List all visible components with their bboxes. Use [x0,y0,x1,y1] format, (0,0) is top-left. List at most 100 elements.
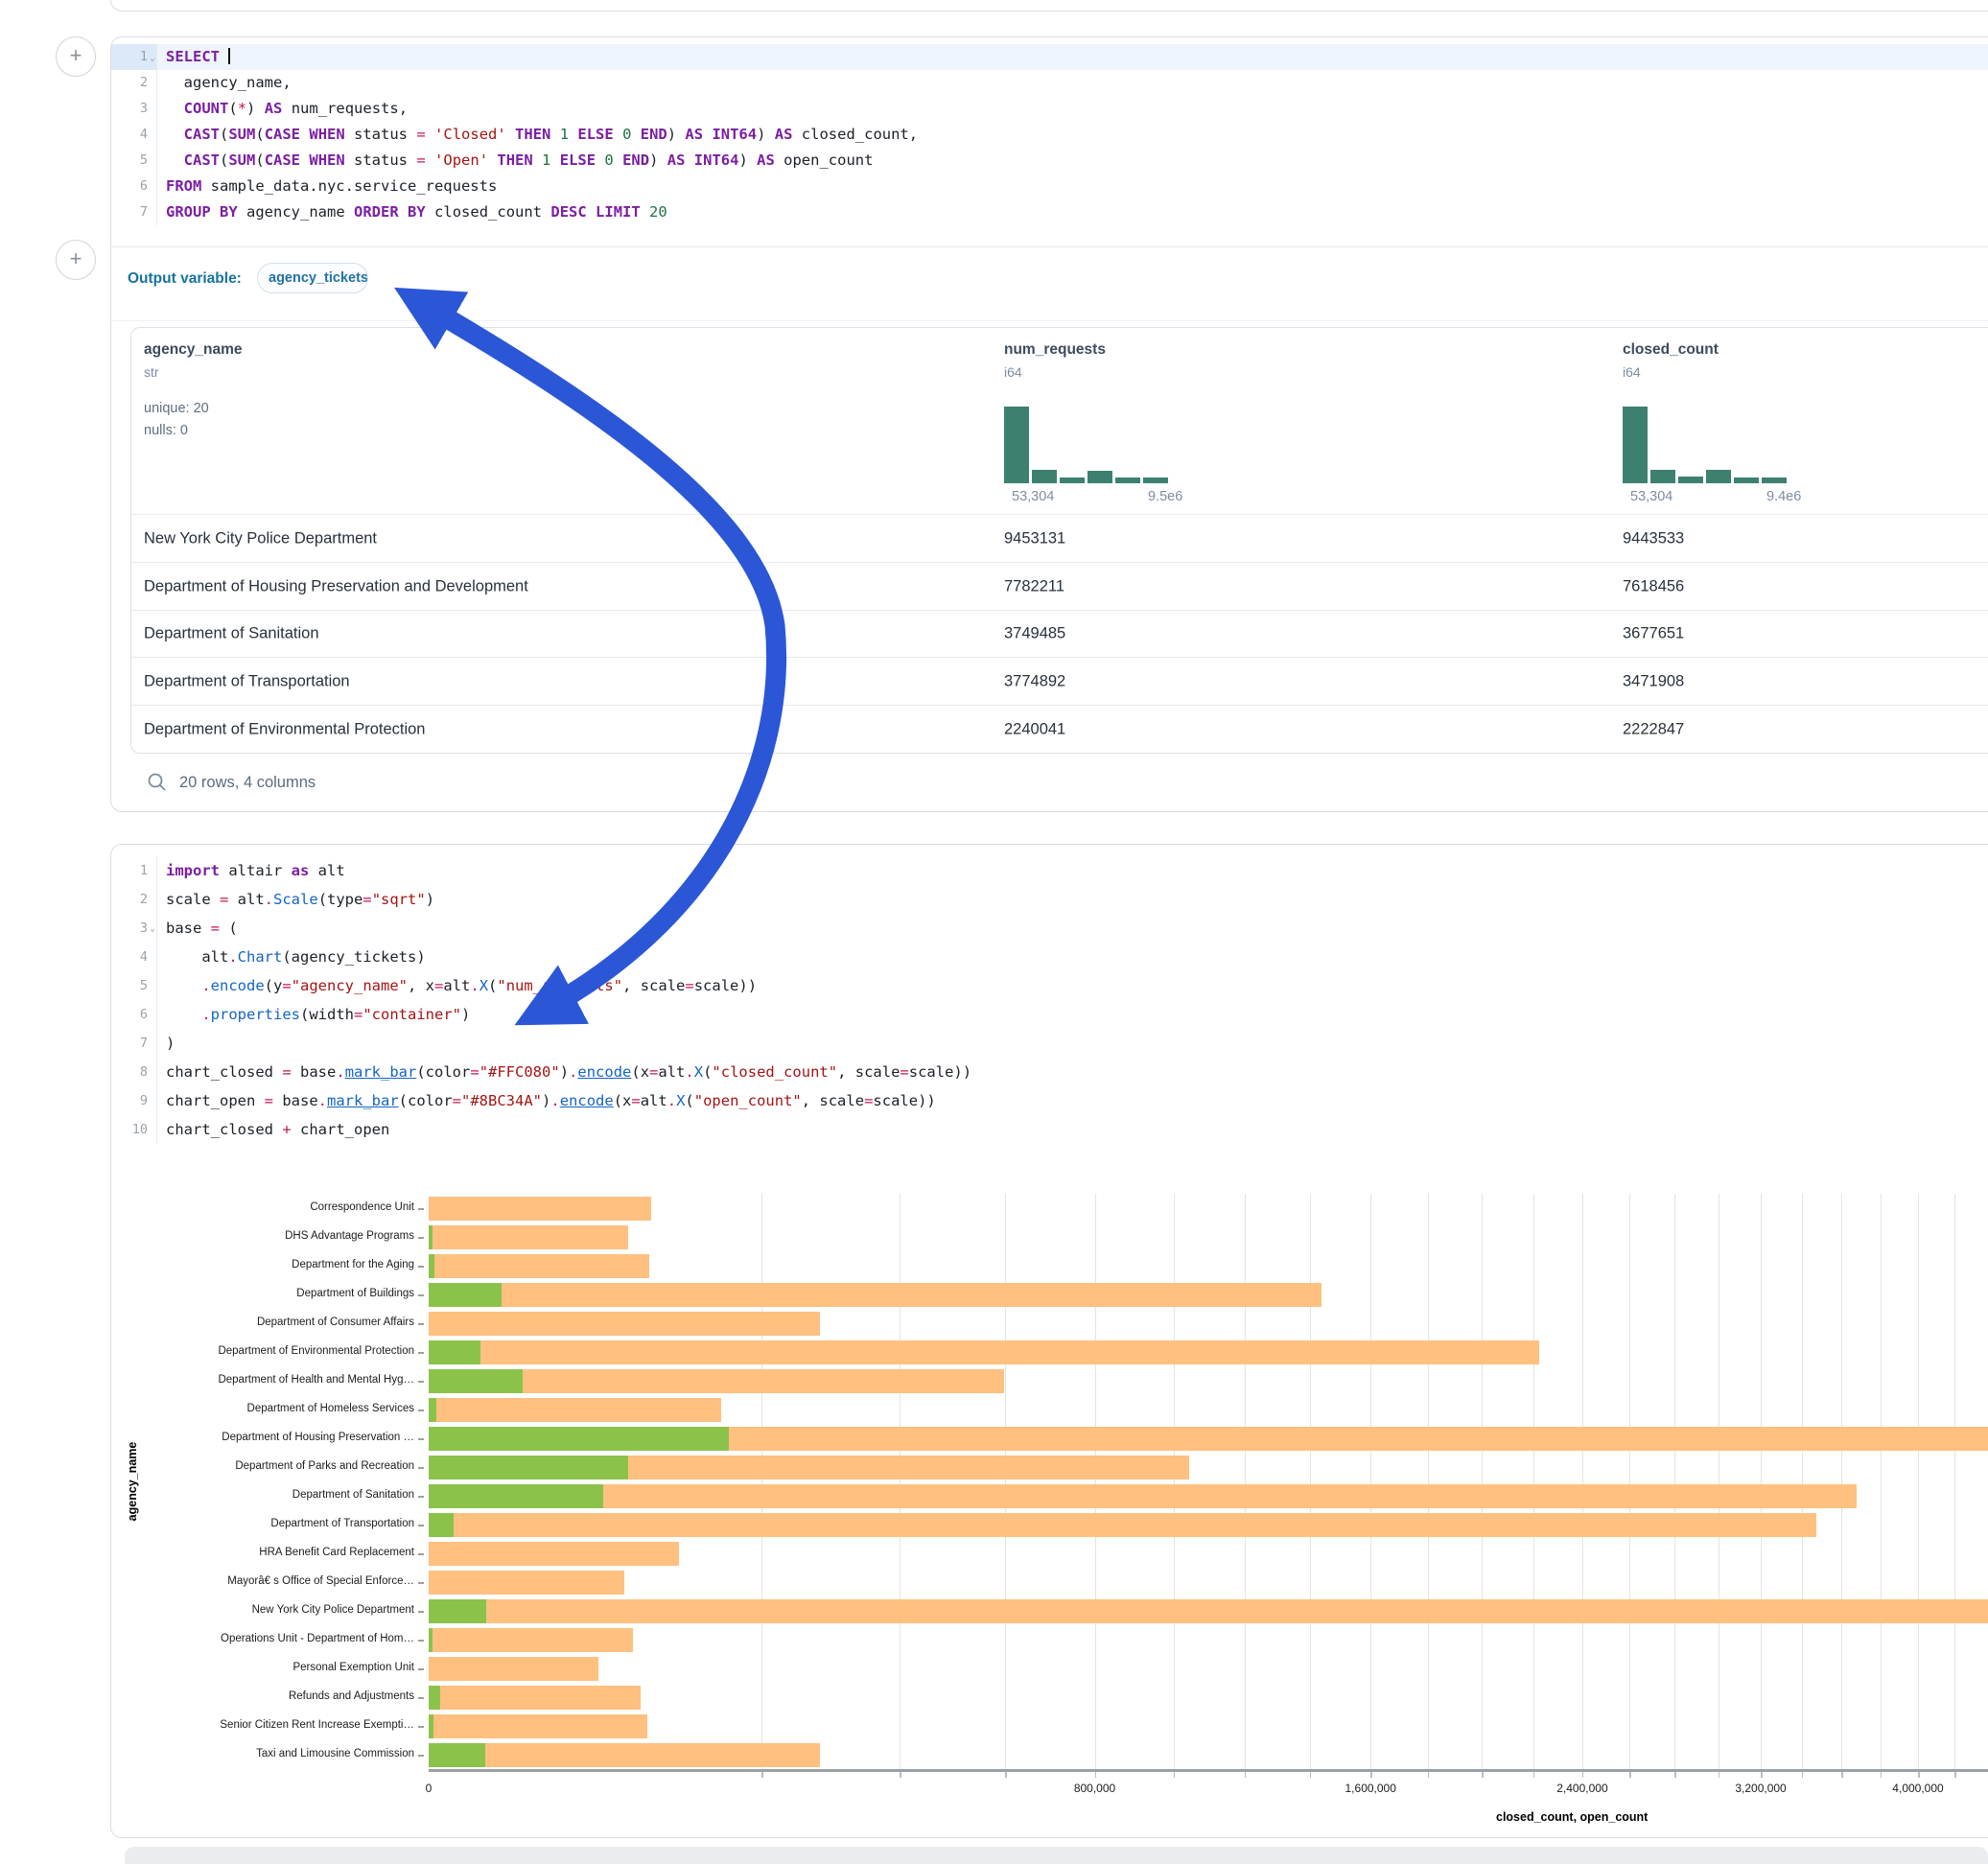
output-variable-row: Output variable: agency_tickets [111,246,1988,321]
histogram-bar [1060,478,1085,483]
table-row[interactable]: New York City Police Department 9453131 94… [131,514,1988,563]
code-line[interactable]: 9chart_open = base.mark_bar(color="#8BC3… [111,1086,1988,1115]
histogram-bar [1650,470,1675,483]
code-line[interactable]: 6FROM sample_data.nyc.service_requests [111,174,1988,199]
line-number: 4 [111,122,157,148]
line-number: 1⌄ [111,44,157,70]
line-number: 5 [111,148,157,174]
column-histogram[interactable] [1004,407,1168,483]
code-line[interactable]: 4 alt.Chart(agency_tickets) [111,943,1988,971]
table-row[interactable]: Department of Housing Preservation and D… [131,562,1988,611]
code-line[interactable]: 4 CAST(SUM(CASE WHEN status = 'Closed' T… [111,122,1988,148]
code-line[interactable]: 5 CAST(SUM(CASE WHEN status = 'Open' THE… [111,148,1988,174]
table-cell: 7782211 [1004,577,1064,595]
code-text: chart_closed = base.mark_bar(color="#FFC… [157,1058,971,1086]
table-cell: Department of Environmental Protection [144,721,425,739]
column-histogram[interactable] [1623,407,1787,483]
line-number: 10 [111,1115,157,1144]
python-code-editor[interactable]: 1import altair as alt2scale = alt.Scale(… [111,856,1988,1144]
dataframe-preview-table: agency_namestrunique: 20nulls: 0num_requ… [130,327,1988,754]
table-row-count: 20 rows, 4 columns [179,774,316,792]
add-cell-button[interactable]: + [56,240,96,280]
code-line[interactable]: 7) [111,1029,1988,1058]
table-cell: 2222847 [1623,721,1684,739]
code-text: chart_open = base.mark_bar(color="#8BC34… [157,1086,936,1115]
table-row[interactable]: Department of Sanitation37494853677651 [131,610,1988,659]
code-text: .encode(y="agency_name", x=alt.X("num_re… [157,971,757,1000]
code-line[interactable]: 1import altair as alt [111,856,1988,885]
code-text: chart_closed + chart_open [157,1115,389,1144]
code-text: ) [157,1029,175,1058]
histogram-bar [1762,478,1787,483]
column-header[interactable]: closed_count [1623,341,1719,359]
code-line[interactable]: 2scale = alt.Scale(type="sqrt") [111,885,1988,914]
line-number: 8 [111,1058,157,1086]
text-cursor [228,48,230,64]
add-cell-button[interactable]: + [56,36,96,77]
line-number: 2 [111,885,157,914]
histogram-bar [1088,471,1112,483]
line-number: 4 [111,943,157,971]
output-variable-pill[interactable]: agency_tickets [257,263,368,293]
table-cell: Department of Transportation [144,673,350,691]
code-text: import altair as alt [157,856,345,885]
column-header[interactable]: num_requests [1004,341,1106,359]
table-cell: 3677651 [1623,625,1684,643]
code-text: .properties(width="container") [157,1000,470,1029]
table-cell: Department of Housing Preservation and D… [144,577,528,595]
next-cell-edge [125,1847,1988,1864]
code-text: base = ( [157,914,238,943]
table-cell: New York City Police Department [144,529,377,548]
table-cell: 3749485 [1004,625,1065,643]
code-text: scale = alt.Scale(type="sqrt") [157,885,434,914]
table-row[interactable]: Department of Environmental Protection 22… [131,705,1988,754]
code-line[interactable]: 7GROUP BY agency_name ORDER BY closed_co… [111,199,1988,225]
code-line[interactable]: 6 .properties(width="container") [111,1000,1988,1029]
column-dtype: i64 [1004,364,1022,380]
search-icon[interactable] [147,772,168,793]
table-row[interactable]: Department of Transportation 3774892 34719… [131,657,1988,706]
code-text: SELECT [157,44,230,70]
table-header: agency_namestrunique: 20nulls: 0num_requ… [131,328,1988,514]
code-line[interactable]: 3⌄base = ( [111,914,1988,943]
code-text: GROUP BY agency_name ORDER BY closed_cou… [157,199,667,225]
code-text: CAST(SUM(CASE WHEN status = 'Open' THEN … [157,148,873,174]
table-body: New York City Police Department 9453131 94… [131,514,1988,753]
histogram-bar [1678,477,1703,483]
table-cell: 2240041 [1004,721,1065,739]
histogram-bar [1706,470,1731,483]
line-number: 7 [111,1029,157,1058]
code-text: alt.Chart(agency_tickets) [157,943,426,971]
histogram-max-label: 9.5e6 [1148,489,1182,504]
table-cell: 9443533 [1623,529,1684,548]
table-cell: 9453131 [1004,529,1065,548]
code-text: agency_name, [157,70,292,96]
chevron-down-icon[interactable]: ⌄ [150,915,155,944]
table-cell: 3774892 [1004,673,1065,691]
table-cell: 7618456 [1623,577,1684,595]
histogram-bar [1004,407,1029,483]
column-header[interactable]: agency_name [144,341,243,359]
histogram-bar [1734,478,1759,483]
python-cell-card: 1import altair as alt2scale = alt.Scale(… [110,844,1988,1838]
line-number: 9 [111,1086,157,1115]
code-line[interactable]: 5 .encode(y="agency_name", x=alt.X("num_… [111,971,1988,1000]
histogram-bar [1143,478,1168,483]
code-line[interactable]: 2 agency_name, [111,70,1988,96]
code-line[interactable]: 10chart_closed + chart_open [111,1115,1988,1144]
code-text: FROM sample_data.nyc.service_requests [157,174,497,199]
code-line[interactable]: 1⌄SELECT [111,44,1988,70]
column-dtype: i64 [1623,364,1641,380]
line-number: 2 [111,70,157,96]
chevron-down-icon[interactable]: ⌄ [150,45,155,71]
line-number: 7 [111,199,157,225]
line-number: 5 [111,971,157,1000]
line-number: 1 [111,856,157,885]
code-line[interactable]: 3 COUNT(*) AS num_requests, [111,96,1988,122]
sql-code-editor[interactable]: 1⌄SELECT 2 agency_name,3 COUNT(*) AS num… [111,44,1988,225]
table-cell: 3471908 [1623,673,1684,691]
code-line[interactable]: 8chart_closed = base.mark_bar(color="#FF… [111,1058,1988,1086]
code-text: COUNT(*) AS num_requests, [157,96,408,122]
column-dtype: str [144,364,159,380]
sql-cell-card: 1⌄SELECT 2 agency_name,3 COUNT(*) AS num… [110,36,1988,812]
